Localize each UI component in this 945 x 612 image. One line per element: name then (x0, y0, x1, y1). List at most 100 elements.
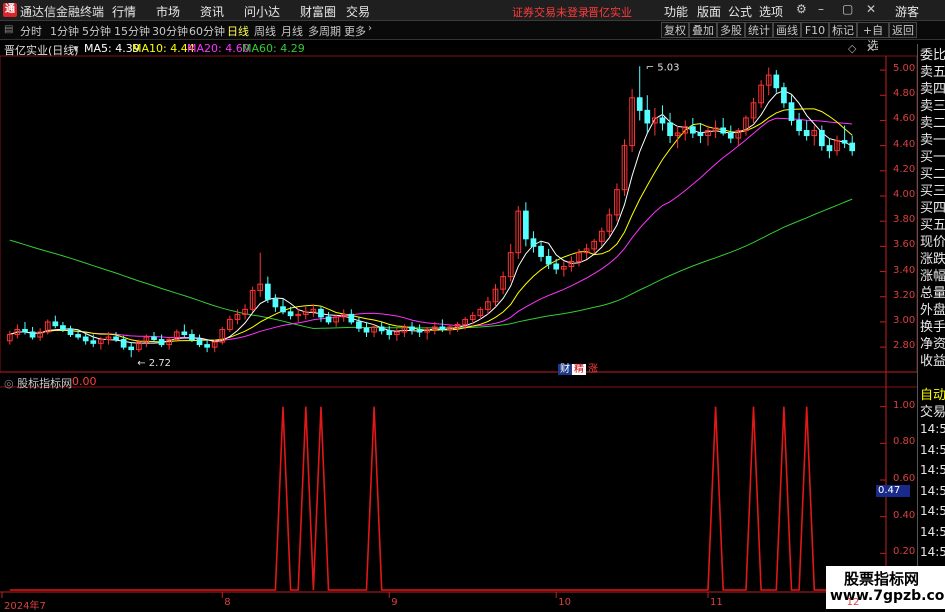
candle-body (523, 210, 529, 240)
candle (515, 206, 522, 259)
candle (310, 304, 317, 317)
candle (219, 326, 226, 345)
candle (280, 299, 286, 315)
candle (606, 208, 613, 237)
candle-body (689, 126, 696, 134)
time-tick-label: 2024年7 (4, 601, 46, 612)
candle-body (22, 328, 28, 333)
candle (568, 256, 575, 272)
candle-body (788, 102, 795, 121)
candle (264, 276, 271, 304)
candle-body (325, 316, 332, 323)
price-tick-label: 4.00 (893, 189, 916, 200)
candle (689, 117, 696, 139)
candle (788, 95, 795, 126)
candle-body (553, 263, 560, 270)
candle (818, 125, 825, 151)
price-tick-label: 4.60 (893, 113, 916, 125)
candle (644, 95, 651, 134)
ma20-line (9, 117, 853, 342)
featured-event-badge[interactable]: 精 (572, 364, 586, 375)
candle (181, 324, 188, 338)
candle (272, 294, 279, 312)
candle-body (318, 308, 324, 318)
candle-body (545, 255, 552, 265)
candle (720, 117, 727, 136)
candle (67, 325, 74, 338)
candle-body (90, 340, 97, 344)
price-tick-label: 3.40 (893, 264, 916, 276)
indicator-tick-label: 0.20 (893, 546, 916, 558)
candle-body (189, 334, 195, 341)
candle-body (181, 331, 188, 336)
candle (242, 304, 248, 320)
candle (697, 122, 704, 144)
candle (538, 241, 544, 262)
candle (598, 227, 605, 247)
candle-body (727, 132, 734, 139)
candle (659, 105, 666, 131)
candle (196, 334, 203, 348)
indicator-line (9, 406, 853, 591)
indicator-name: 股标指标网 (17, 377, 73, 390)
candle (371, 324, 377, 338)
tick-time-label: 14:56 (920, 504, 945, 518)
candle (356, 316, 362, 332)
low-price-annotation: ← 2.72 (137, 358, 171, 369)
candle-body (409, 326, 415, 330)
candle (849, 135, 856, 156)
candle (682, 120, 689, 141)
candle (803, 120, 810, 141)
candle-body (796, 119, 802, 132)
candle (811, 125, 818, 146)
candle (416, 324, 423, 338)
watermark: 股票指标网 www.7gpzb.com (826, 566, 945, 609)
candle-body (667, 122, 673, 137)
trade-label[interactable]: 交易 (920, 401, 945, 420)
candle (796, 112, 802, 136)
candle (781, 82, 787, 108)
candle-body (363, 327, 370, 333)
candle (765, 67, 772, 96)
time-tick-label: 9 (391, 597, 398, 608)
candle-body (803, 130, 810, 137)
candle-body (287, 311, 294, 317)
event-badges[interactable]: 财精涨 (558, 360, 600, 375)
candle (629, 88, 635, 152)
candle (834, 135, 840, 156)
candle (333, 314, 339, 327)
candle (204, 339, 210, 353)
chart-annotations: ← 2.72 ⌐ 5.03 (137, 62, 679, 369)
candle (447, 324, 453, 335)
tick-time-label: 14:56 (920, 463, 945, 477)
candle-body (530, 238, 537, 247)
candle (841, 125, 848, 149)
indicator-tick-label: 1.00 (893, 399, 916, 411)
candle-body (280, 306, 286, 313)
candle (348, 309, 355, 325)
candle-body (75, 334, 81, 338)
price-tick-label: 3.20 (893, 289, 916, 301)
candle (173, 329, 180, 343)
chart-canvas[interactable]: ← 2.72 ⌐ 5.03 (0, 0, 945, 609)
candle (485, 296, 491, 315)
quote-field-label[interactable]: 收益 (920, 350, 945, 369)
price-tick-label: 4.80 (893, 88, 916, 100)
candle (52, 315, 59, 329)
candle (773, 70, 780, 93)
finance-event-badge[interactable]: 财 (558, 364, 572, 375)
candle-body (636, 97, 643, 111)
candle-body (781, 87, 787, 104)
cursor-value-box: 0.47 (876, 485, 910, 497)
indicator-tick-label: 0.60 (893, 473, 916, 484)
indicator-value: 0.00 (72, 375, 97, 388)
candle (636, 66, 643, 121)
candle (500, 271, 506, 295)
candle (166, 337, 173, 350)
candle (151, 332, 157, 343)
settings-small-icon[interactable]: ◎ (4, 377, 14, 390)
candle (667, 112, 673, 144)
rise-event-badge[interactable]: 涨 (586, 364, 600, 375)
tick-time-label: 14:56 (920, 442, 945, 457)
candle-body (659, 117, 666, 124)
